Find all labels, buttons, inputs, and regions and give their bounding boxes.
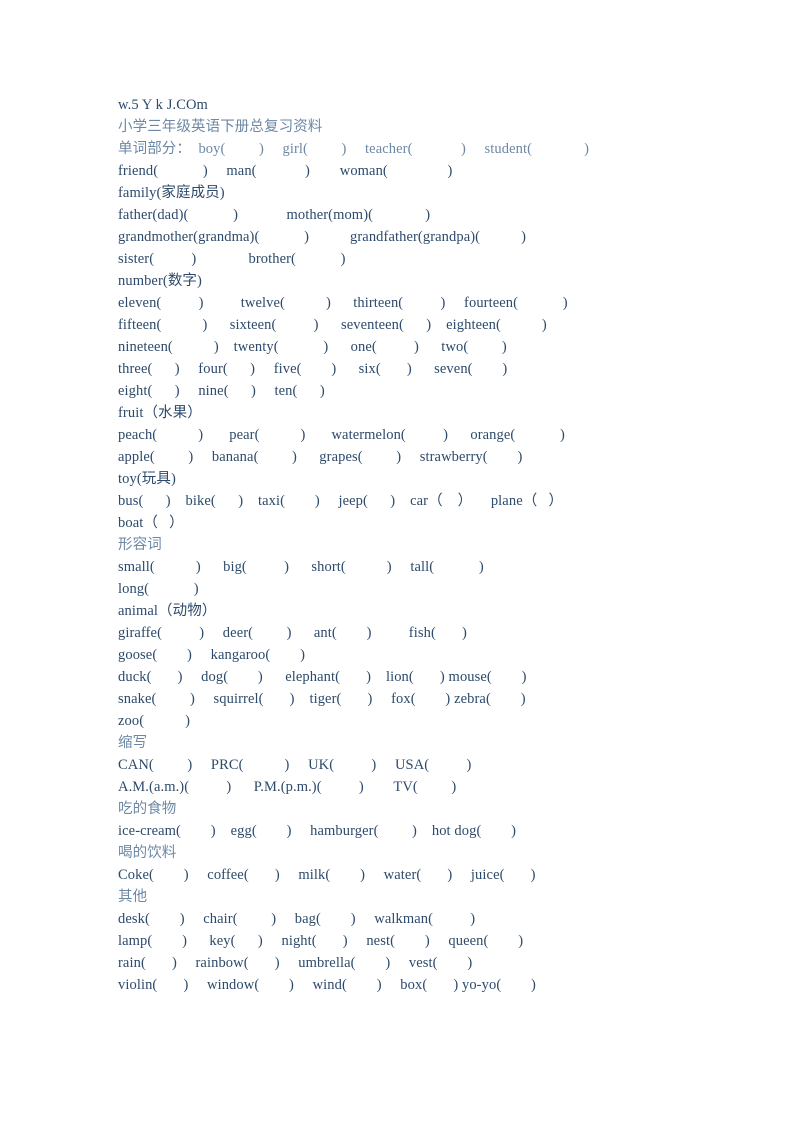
text-line-drink-heading: 喝的饮料 (118, 845, 177, 861)
text-line-other-heading: 其他 (118, 889, 148, 905)
text-line-family-1: father(dad)( ) mother(mom)( ) (118, 207, 431, 223)
text-line-abbrev-1: CAN( ) PRC( ) UK( ) USA( ) (118, 757, 472, 773)
text-line-other-4: violin( ) window( ) wind( ) box( ) yo-yo… (118, 977, 536, 993)
text-line-animal-2: goose( ) kangaroo( ) (118, 647, 306, 663)
document-body: w.5 Y k J.COm 小学三年级英语下册总复习资料单词部分： boy( ) … (118, 94, 733, 996)
text-line-animal-3: duck( ) dog( ) elephant( ) lion( ) mouse… (118, 669, 527, 685)
text-line-words-2: friend( ) man( ) woman( ) (118, 163, 453, 179)
text-line-adj-2: long( ) (118, 581, 199, 597)
text-line-animal-1: giraffe( ) deer( ) ant( ) fish( ) (118, 625, 467, 641)
text-line-animal-4: snake( ) squirrel( ) tiger( ) fox( ) zeb… (118, 691, 526, 707)
text-line-adj-heading: 形容词 (118, 537, 162, 553)
text-line-food-heading: 吃的食物 (118, 801, 177, 817)
text-line-abbrev-heading: 缩写 (118, 735, 148, 751)
text-line-drink-1: Coke( ) coffee( ) milk( ) water( ) juice… (118, 867, 536, 883)
text-line-abbrev-2: A.M.(a.m.)( ) P.M.(p.m.)( ) TV( ) (118, 779, 457, 795)
text-line-family-2: grandmother(grandma)( ) grandfather(gran… (118, 229, 527, 245)
text-line-fruit-heading: fruit（水果） (118, 405, 202, 421)
text-line-fruit-2: apple( ) banana( ) grapes( ) strawberry(… (118, 449, 523, 465)
text-line-other-3: rain( ) rainbow( ) umbrella( ) vest( ) (118, 955, 473, 971)
text-line-number-heading: number(数字) (118, 273, 202, 289)
text-line-number-2: fifteen( ) sixteen( ) seventeen( ) eight… (118, 317, 547, 333)
text-line-number-3: nineteen( ) twenty( ) one( ) two( ) (118, 339, 507, 355)
text-line-family-heading: family(家庭成员) (118, 185, 225, 201)
text-line-other-1: desk( ) chair( ) bag( ) walkman( ) (118, 911, 476, 927)
text-line-words-1: 单词部分： boy( ) girl( ) teacher( ) student(… (118, 141, 590, 157)
text-line-other-2: lamp( ) key( ) night( ) nest( ) queen( ) (118, 933, 524, 949)
text-line-fruit-1: peach( ) pear( ) watermelon( ) orange( ) (118, 427, 565, 443)
text-line-toy-1: bus( ) bike( ) taxi( ) jeep( ) car（ ） pl… (118, 493, 564, 509)
text-line-food-1: ice-cream( ) egg( ) hamburger( ) hot dog… (118, 823, 517, 839)
text-line-doc-title: 小学三年级英语下册总复习资料 (118, 119, 323, 135)
text-line-animal-heading: animal（动物） (118, 603, 217, 619)
text-line-site-mark: w.5 Y k J.COm (118, 97, 208, 113)
text-line-toy-heading: toy(玩具) (118, 471, 176, 487)
text-line-family-3: sister( ) brother( ) (118, 251, 346, 267)
text-line-toy-2: boat（ ） (118, 515, 184, 531)
document-page: w.5 Y k J.COm 小学三年级英语下册总复习资料单词部分： boy( ) … (0, 0, 793, 1122)
text-line-animal-5: zoo( ) (118, 713, 191, 729)
text-line-number-1: eleven( ) twelve( ) thirteen( ) fourteen… (118, 295, 568, 311)
text-line-number-5: eight( ) nine( ) ten( ) (118, 383, 325, 399)
text-line-adj-1: small( ) big( ) short( ) tall( ) (118, 559, 484, 575)
text-line-number-4: three( ) four( ) five( ) six( ) seven( ) (118, 361, 508, 377)
